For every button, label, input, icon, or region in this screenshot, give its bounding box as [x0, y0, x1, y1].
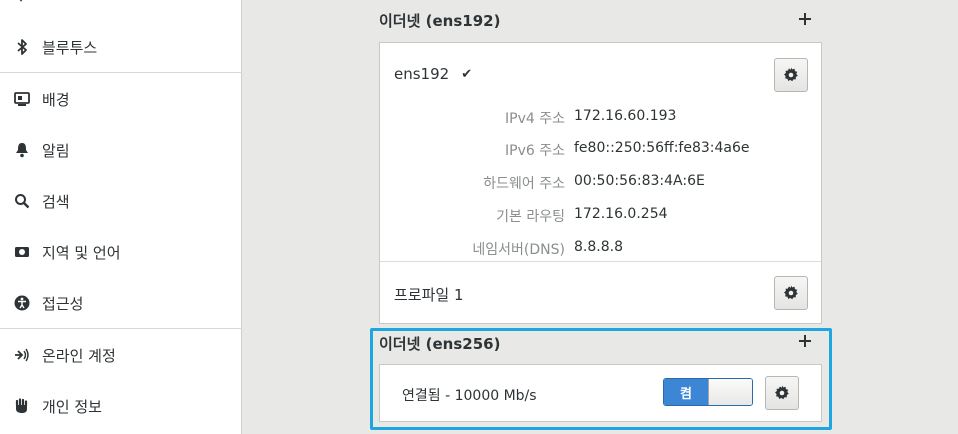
privacy-hand-icon: [13, 397, 31, 415]
device-name: ens192: [394, 65, 450, 83]
sidebar-item-label: 블루투스: [42, 38, 98, 57]
details-labels: IPv4 주소 IPv6 주소 하드웨어 주소 기본 라우팅 네임서버(DNS): [380, 103, 565, 263]
dns-value: 8.8.8.8: [574, 239, 623, 255]
profile-settings-button[interactable]: [774, 276, 808, 310]
online-accounts-icon: [13, 346, 31, 364]
ipv4-value: 172.16.60.193: [574, 108, 677, 124]
bell-icon: [13, 141, 31, 159]
sidebar-item-background[interactable]: 배경: [0, 74, 242, 124]
sidebar-item-label: 온라인 계정: [42, 346, 116, 365]
default-route-value: 172.16.0.254: [574, 206, 668, 222]
sidebar-item-online-accounts[interactable]: 온라인 계정: [0, 330, 242, 380]
add-connection-ens192-button[interactable]: [798, 12, 812, 26]
sidebar-item-search[interactable]: 검색: [0, 176, 242, 226]
sidebar-item-bluetooth[interactable]: 블루투스: [0, 22, 242, 72]
search-icon: [13, 192, 31, 210]
bluetooth-icon: [13, 38, 31, 56]
gear-icon: [784, 67, 798, 82]
sidebar-item-label: 검색: [42, 192, 70, 211]
device-row: ens192 ✔: [394, 65, 472, 83]
ens192-card: ens192 ✔ IPv4 주소 IPv6 주소 하드웨어 주소 기본 라우팅 …: [379, 42, 822, 324]
settings-sidebar: 블루투스 배경 알림 검색 지역 및 언어 접근성 온라인 계정 개인 정보: [0, 0, 242, 434]
card-divider: [380, 261, 821, 262]
partial-item-icon: [13, 0, 31, 6]
sidebar-divider: [0, 328, 242, 329]
default-route-label: 기본 라우팅: [496, 209, 565, 225]
selection-highlight: [370, 328, 832, 430]
sidebar-item-region[interactable]: 지역 및 언어: [0, 227, 242, 277]
ens192-settings-button[interactable]: [774, 58, 808, 92]
accessibility-icon: [13, 294, 31, 312]
sidebar-item-label: 개인 정보: [42, 397, 102, 416]
sidebar-divider: [0, 72, 242, 73]
dns-label: 네임서버(DNS): [472, 242, 565, 258]
region-icon: [13, 243, 31, 261]
hardware-address-label: 하드웨어 주소: [483, 176, 565, 192]
section-title-ens192: 이더넷 (ens192): [379, 12, 501, 30]
profile-name: 프로파일 1: [394, 286, 464, 304]
connected-check-icon: ✔: [461, 66, 473, 82]
ipv6-label: IPv6 주소: [505, 143, 565, 159]
sidebar-item-partial[interactable]: [0, 0, 242, 22]
sidebar-item-label: 알림: [42, 141, 70, 160]
sidebar-item-label: 배경: [42, 90, 70, 109]
hardware-address-value: 00:50:56:83:4A:6E: [574, 173, 705, 189]
sidebar-item-notifications[interactable]: 알림: [0, 125, 242, 175]
sidebar-item-label: 접근성: [42, 294, 84, 313]
sidebar-item-label: 지역 및 언어: [42, 243, 121, 262]
background-icon: [13, 90, 31, 108]
ipv4-label: IPv4 주소: [505, 111, 565, 127]
sidebar-item-privacy[interactable]: 개인 정보: [0, 381, 242, 431]
sidebar-item-accessibility[interactable]: 접근성: [0, 278, 242, 328]
ipv6-value: fe80::250:56ff:fe83:4a6e: [574, 140, 750, 156]
gear-icon: [784, 285, 798, 300]
